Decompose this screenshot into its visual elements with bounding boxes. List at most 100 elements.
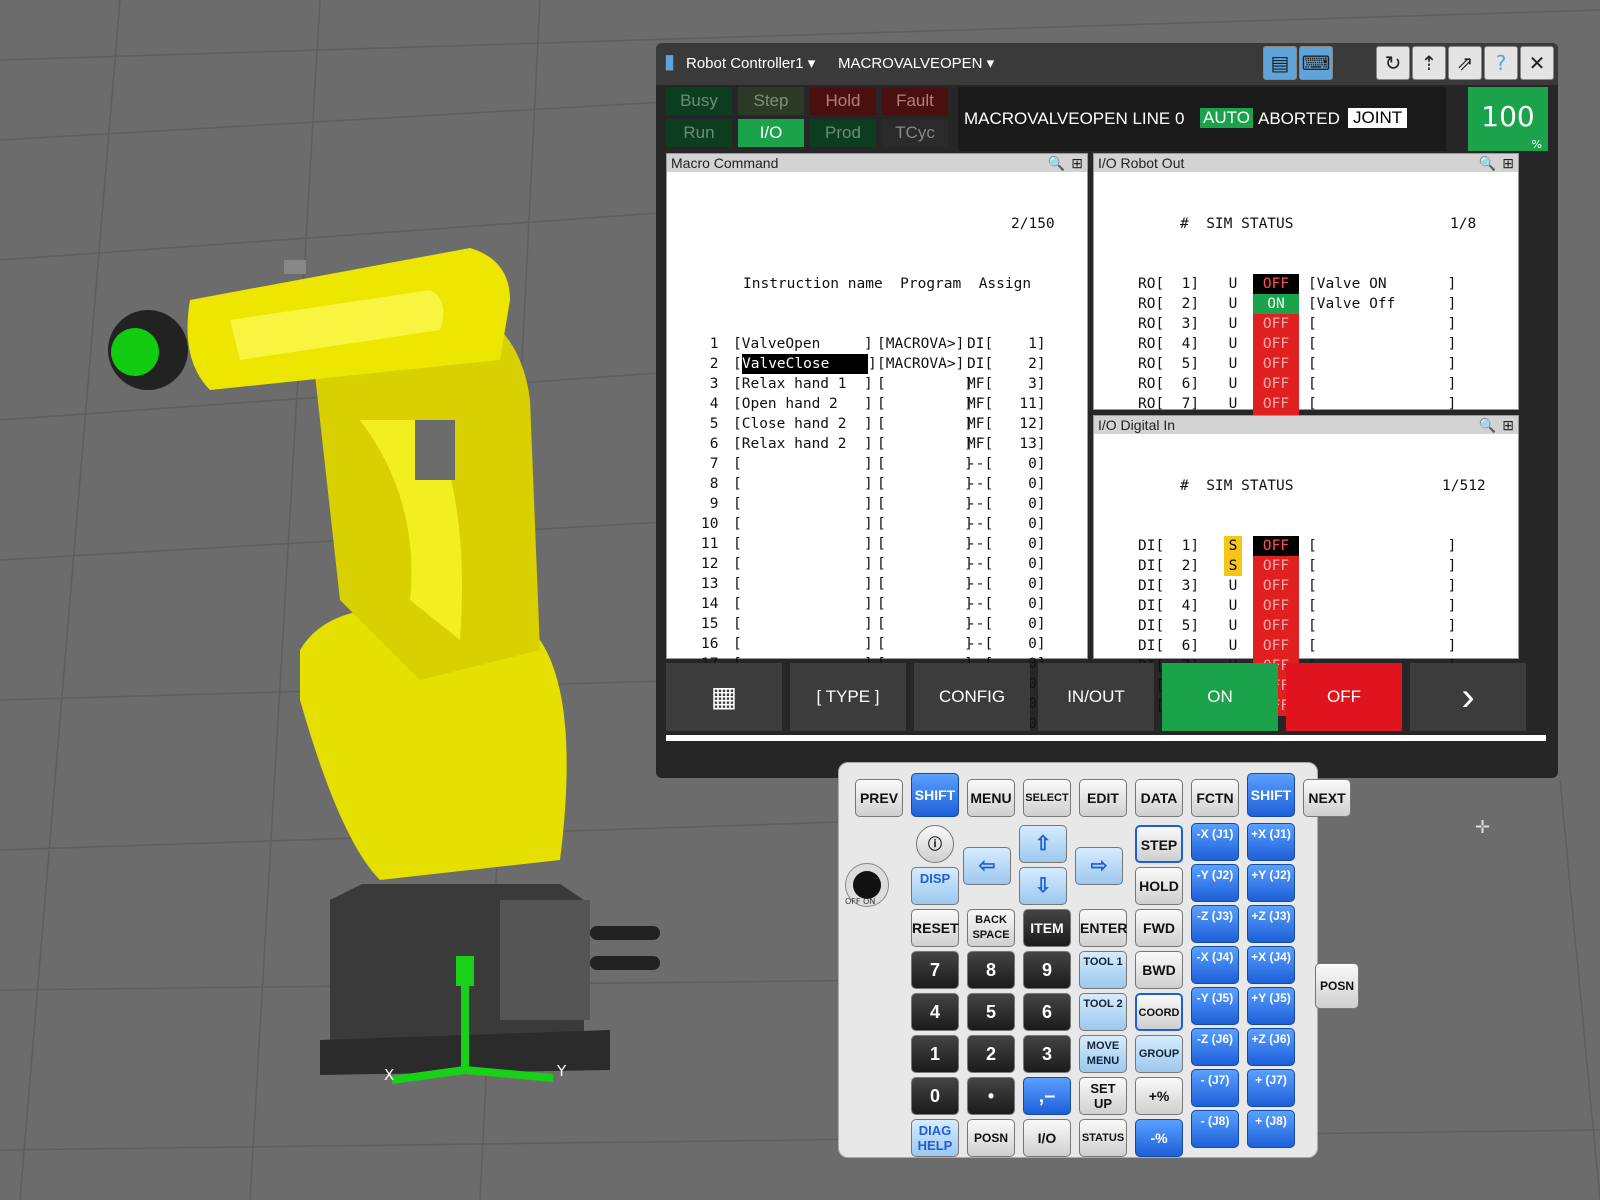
ro-row[interactable]: RO[ 5] U OFF [ ]: [1094, 354, 1518, 374]
zoom-icon[interactable]: 🔍: [1048, 154, 1065, 172]
macro-row[interactable]: 9[ ][ ] --[ 0]: [667, 494, 1087, 514]
di-status-badge[interactable]: OFF: [1253, 536, 1299, 556]
di-row[interactable]: DI[ 3] U OFF [ ]: [1094, 576, 1518, 596]
move-menu-key[interactable]: MOVE MENU: [1079, 1035, 1127, 1073]
arrow-down-icon[interactable]: ⇩: [1019, 867, 1067, 905]
di-row[interactable]: DI[ 6] U OFF [ ]: [1094, 636, 1518, 656]
ro-status-badge[interactable]: OFF: [1253, 274, 1299, 294]
macro-row[interactable]: 16[ ][ ] --[ 0]: [667, 634, 1087, 654]
jog-plus-j5-key[interactable]: +Y (J5): [1247, 987, 1295, 1025]
fwd-key[interactable]: FWD: [1135, 909, 1183, 947]
macro-row[interactable]: 10[ ][ ] --[ 0]: [667, 514, 1087, 534]
tool2-key[interactable]: TOOL 2: [1079, 993, 1127, 1031]
grid-menu-icon[interactable]: ▦: [666, 663, 782, 731]
di-row[interactable]: DI[ 2] S OFF [ ]: [1094, 556, 1518, 576]
backspace-key[interactable]: BACK SPACE: [967, 909, 1015, 947]
di-status-badge[interactable]: OFF: [1253, 576, 1299, 596]
item-key[interactable]: ITEM: [1023, 909, 1071, 947]
jog-minus-j1-key[interactable]: -X (J1): [1191, 823, 1239, 861]
jog-minus-j8-key[interactable]: - (J8): [1191, 1110, 1239, 1148]
type-button[interactable]: [ TYPE ]: [790, 663, 906, 731]
macro-row[interactable]: 13[ ][ ] --[ 0]: [667, 574, 1087, 594]
digit-6-key[interactable]: 6: [1023, 993, 1071, 1031]
fctn-key[interactable]: FCTN: [1191, 779, 1239, 817]
maximize-icon[interactable]: ⊞: [1502, 416, 1514, 434]
posn-side-key[interactable]: POSN: [1315, 963, 1359, 1009]
override-down-key[interactable]: -%: [1135, 1119, 1183, 1157]
macro-row[interactable]: 4 [Open hand 2 ][ ] MF[ 11]: [667, 394, 1087, 414]
arrow-left-icon[interactable]: ⇦: [963, 847, 1011, 885]
digit-7-key[interactable]: 7: [911, 951, 959, 989]
macro-row[interactable]: 12[ ][ ] --[ 0]: [667, 554, 1087, 574]
di-status-badge[interactable]: OFF: [1253, 636, 1299, 656]
ro-status-badge[interactable]: OFF: [1253, 334, 1299, 354]
maximize-icon[interactable]: ⊞: [1502, 154, 1514, 172]
override-up-key[interactable]: +%: [1135, 1077, 1183, 1115]
jog-plus-j1-key[interactable]: +X (J1): [1247, 823, 1295, 861]
macro-row[interactable]: 3 [Relax hand 1 ][ ] MF[ 3]: [667, 374, 1087, 394]
jog-minus-j2-key[interactable]: -Y (J2): [1191, 864, 1239, 902]
ro-row[interactable]: RO[ 7] U OFF [ ]: [1094, 394, 1518, 414]
di-row[interactable]: DI[ 4] U OFF [ ]: [1094, 596, 1518, 616]
dot-key[interactable]: •: [967, 1077, 1015, 1115]
edit-key[interactable]: EDIT: [1079, 779, 1127, 817]
macro-row[interactable]: 7[ ][ ] --[ 0]: [667, 454, 1087, 474]
macro-row[interactable]: 15[ ][ ] --[ 0]: [667, 614, 1087, 634]
help-icon[interactable]: ?: [1484, 46, 1518, 80]
jog-plus-j7-key[interactable]: + (J7): [1247, 1069, 1295, 1107]
ro-status-badge[interactable]: ON: [1253, 294, 1299, 314]
next-page-button[interactable]: ›: [1410, 663, 1526, 731]
maximize-icon[interactable]: ⊞: [1071, 154, 1083, 172]
ro-row[interactable]: RO[ 1] U OFF [Valve ON ]: [1094, 274, 1518, 294]
di-status-badge[interactable]: OFF: [1253, 616, 1299, 636]
enter-key[interactable]: ENTER: [1079, 909, 1127, 947]
ro-row[interactable]: RO[ 6] U OFF [ ]: [1094, 374, 1518, 394]
menu-key[interactable]: MENU: [967, 779, 1015, 817]
jog-plus-j8-key[interactable]: + (J8): [1247, 1110, 1295, 1148]
digit-2-key[interactable]: 2: [967, 1035, 1015, 1073]
prev-key[interactable]: PREV: [855, 779, 903, 817]
di-row[interactable]: DI[ 5] U OFF [ ]: [1094, 616, 1518, 636]
ro-status-badge[interactable]: OFF: [1253, 394, 1299, 414]
inout-button[interactable]: IN/OUT: [1038, 663, 1154, 731]
diag-help-key[interactable]: DIAG HELP: [911, 1119, 959, 1157]
jog-minus-j5-key[interactable]: -Y (J5): [1191, 987, 1239, 1025]
status-key[interactable]: STATUS: [1079, 1119, 1127, 1157]
jog-plus-j4-key[interactable]: +X (J4): [1247, 946, 1295, 984]
macro-instruction-name[interactable]: ValveClose: [742, 354, 868, 374]
hold-key[interactable]: HOLD: [1135, 867, 1183, 905]
info-icon[interactable]: ⓘ: [916, 825, 954, 863]
group-key[interactable]: GROUP: [1135, 1035, 1183, 1073]
ro-status-badge[interactable]: OFF: [1253, 354, 1299, 374]
setup-key[interactable]: SET UP: [1079, 1077, 1127, 1115]
ro-row[interactable]: RO[ 4] U OFF [ ]: [1094, 334, 1518, 354]
macro-row[interactable]: 8[ ][ ] --[ 0]: [667, 474, 1087, 494]
digit-3-key[interactable]: 3: [1023, 1035, 1071, 1073]
pendant-view-icon[interactable]: ▤: [1263, 46, 1297, 80]
zoom-icon[interactable]: 🔍: [1479, 416, 1496, 434]
arrow-right-icon[interactable]: ⇨: [1075, 847, 1123, 885]
macro-row[interactable]: 14[ ][ ] --[ 0]: [667, 594, 1087, 614]
jog-minus-j3-key[interactable]: -Z (J3): [1191, 905, 1239, 943]
macro-row[interactable]: 5 [Close hand 2 ][ ] MF[ 12]: [667, 414, 1087, 434]
di-status-badge[interactable]: OFF: [1253, 596, 1299, 616]
posn-key[interactable]: POSN: [967, 1119, 1015, 1157]
comma-minus-key[interactable]: ‚–: [1023, 1077, 1071, 1115]
keyboard-icon[interactable]: ⌨: [1299, 46, 1333, 80]
macro-row[interactable]: 6 [Relax hand 2 ][ ] MF[ 13]: [667, 434, 1087, 454]
macro-row[interactable]: 2[ValveClose] [MACROVA>] DI[ 2]: [667, 354, 1087, 374]
shift-key-right[interactable]: SHIFT: [1247, 773, 1295, 817]
close-icon[interactable]: ✕: [1520, 46, 1554, 80]
jog-minus-j7-key[interactable]: - (J7): [1191, 1069, 1239, 1107]
off-button[interactable]: OFF: [1286, 663, 1402, 731]
jog-plus-j2-key[interactable]: +Y (J2): [1247, 864, 1295, 902]
coord-key[interactable]: COORD: [1135, 993, 1183, 1031]
next-key[interactable]: NEXT: [1303, 779, 1351, 817]
program-selector[interactable]: MACROVALVEOPEN ▾: [838, 54, 994, 72]
ro-status-badge[interactable]: OFF: [1253, 314, 1299, 334]
macro-row[interactable]: 11[ ][ ] --[ 0]: [667, 534, 1087, 554]
ro-row[interactable]: RO[ 2] U ON [Valve Off ]: [1094, 294, 1518, 314]
jog-minus-j6-key[interactable]: -Z (J6): [1191, 1028, 1239, 1066]
jog-minus-j4-key[interactable]: -X (J4): [1191, 946, 1239, 984]
digit-9-key[interactable]: 9: [1023, 951, 1071, 989]
